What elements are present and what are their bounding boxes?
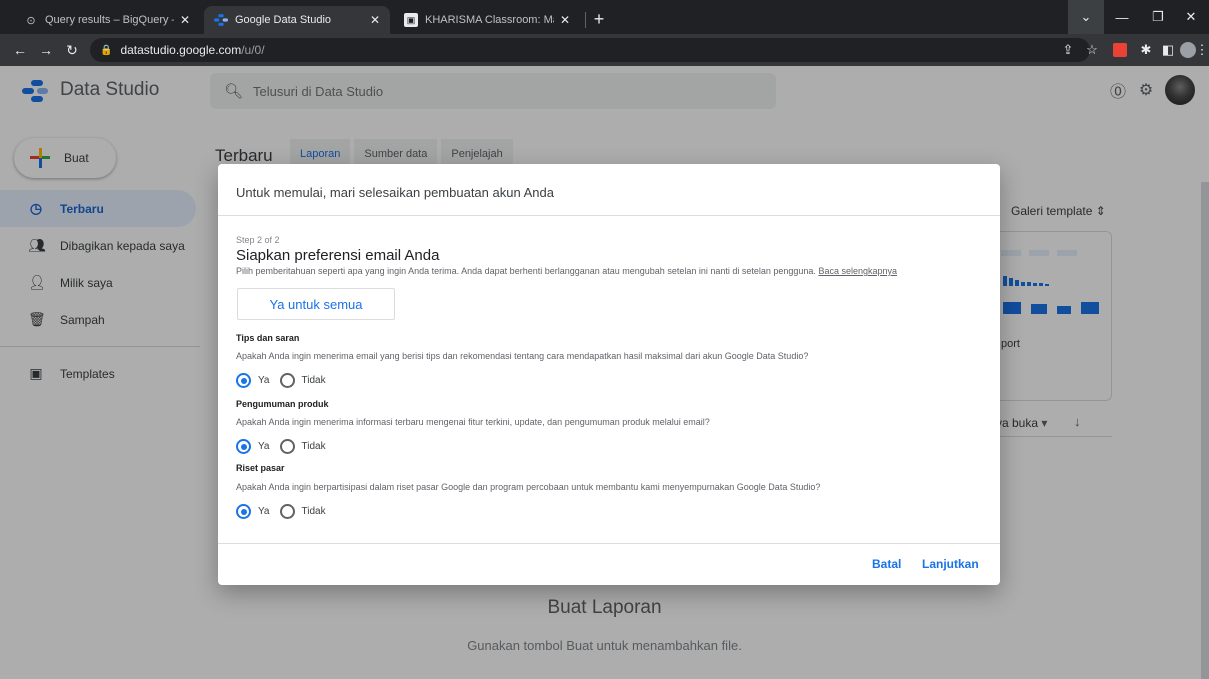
back-arrow-icon[interactable]: ← bbox=[10, 40, 30, 60]
account-setup-dialog: Untuk memulai, mari selesaikan pembuatan… bbox=[218, 164, 1000, 585]
section-desc-tips: Apakah Anda ingin menerima email yang be… bbox=[236, 351, 809, 361]
radio-group-research: Ya Tidak bbox=[236, 504, 336, 519]
cancel-button[interactable]: Batal bbox=[872, 557, 901, 571]
radio-label: Ya bbox=[258, 506, 270, 517]
window-close-icon[interactable]: ✕ bbox=[1173, 0, 1209, 34]
tab-title: Google Data Studio bbox=[235, 14, 332, 26]
radio-label: Tidak bbox=[301, 441, 326, 452]
radio-group-tips: Ya Tidak bbox=[236, 373, 336, 388]
url-host: datastudio.google.com bbox=[120, 43, 242, 57]
radio-research-yes[interactable] bbox=[236, 504, 251, 519]
tab-search-chevron-icon[interactable]: ⌄ bbox=[1068, 0, 1104, 34]
browser-tab-bigquery[interactable]: ⊙ Query results – BigQuery – My Fi ✕ bbox=[14, 6, 200, 34]
lock-icon: 🔒 bbox=[100, 44, 113, 56]
radio-announcements-no[interactable] bbox=[279, 439, 295, 454]
browser-tab-datastudio[interactable]: Google Data Studio ✕ bbox=[204, 6, 390, 34]
datastudio-favicon-icon bbox=[214, 13, 228, 27]
dialog-header: Untuk memulai, mari selesaikan pembuatan… bbox=[218, 164, 1000, 216]
step-indicator: Step 2 of 2 bbox=[236, 235, 280, 245]
section-title-announcements: Pengumuman produk bbox=[236, 399, 329, 409]
bigquery-favicon-icon: ⊙ bbox=[26, 14, 36, 27]
dialog-description-text: Pilih pemberitahuan seperti apa yang ing… bbox=[236, 266, 816, 276]
share-icon[interactable]: ⇪ bbox=[1058, 40, 1078, 60]
radio-group-announcements: Ya Tidak bbox=[236, 439, 336, 454]
browser-tabbar: ⊙ Query results – BigQuery – My Fi ✕ Goo… bbox=[0, 0, 1209, 34]
close-icon[interactable]: ✕ bbox=[370, 13, 380, 27]
classroom-favicon-icon: ▣ bbox=[404, 13, 418, 27]
learn-more-link[interactable]: Baca selengkapnya bbox=[818, 266, 897, 276]
radio-announcements-yes[interactable] bbox=[236, 439, 251, 454]
address-bar: ← → ↻ 🔒 datastudio.google.com/u/0/ ⇪ ☆ ✱… bbox=[0, 34, 1209, 66]
url-omnibox[interactable]: 🔒 datastudio.google.com/u/0/ bbox=[90, 38, 1090, 62]
minimize-icon[interactable]: — bbox=[1104, 0, 1140, 34]
forward-arrow-icon[interactable]: → bbox=[36, 40, 56, 60]
dialog-title: Siapkan preferensi email Anda bbox=[236, 247, 440, 264]
reload-icon[interactable]: ↻ bbox=[62, 40, 82, 60]
tab-title: KHARISMA Classroom: Masuk ke bbox=[425, 14, 554, 26]
dialog-description: Pilih pemberitahuan seperti apa yang ing… bbox=[236, 266, 897, 276]
radio-label: Ya bbox=[258, 441, 270, 452]
tab-separator bbox=[585, 12, 586, 28]
radio-label: Tidak bbox=[301, 506, 326, 517]
kebab-menu-icon[interactable]: ⋮ bbox=[1196, 40, 1209, 60]
section-title-tips: Tips dan saran bbox=[236, 333, 300, 343]
close-icon[interactable]: ✕ bbox=[180, 13, 190, 27]
section-title-research: Riset pasar bbox=[236, 463, 285, 473]
radio-label: Ya bbox=[258, 375, 270, 386]
new-tab-plus-icon[interactable]: + bbox=[588, 8, 610, 30]
section-desc-research: Apakah Anda ingin berpartisipasi dalam r… bbox=[236, 482, 821, 492]
dialog-footer-divider bbox=[218, 543, 1000, 544]
radio-tips-no[interactable] bbox=[279, 373, 295, 388]
yes-to-all-button[interactable]: Ya untuk semua bbox=[237, 288, 395, 320]
radio-research-no[interactable] bbox=[279, 504, 295, 519]
radio-label: Tidak bbox=[301, 375, 326, 386]
extension-red-icon[interactable] bbox=[1110, 40, 1130, 60]
url-path: /u/0/ bbox=[241, 43, 265, 57]
radio-tips-yes[interactable] bbox=[236, 373, 251, 388]
side-panel-icon[interactable]: ◧ bbox=[1158, 40, 1178, 60]
close-icon[interactable]: ✕ bbox=[560, 13, 570, 27]
continue-button[interactable]: Lanjutkan bbox=[922, 557, 979, 571]
puzzle-extensions-icon[interactable]: ✱ bbox=[1136, 40, 1156, 60]
restore-icon[interactable]: ❐ bbox=[1140, 0, 1176, 34]
bookmark-star-icon[interactable]: ☆ bbox=[1082, 40, 1102, 60]
section-desc-announcements: Apakah Anda ingin menerima informasi ter… bbox=[236, 417, 710, 427]
tab-title: Query results – BigQuery – My Fi bbox=[45, 14, 174, 26]
browser-tab-kharisma[interactable]: ▣ KHARISMA Classroom: Masuk ke ✕ bbox=[394, 6, 580, 34]
